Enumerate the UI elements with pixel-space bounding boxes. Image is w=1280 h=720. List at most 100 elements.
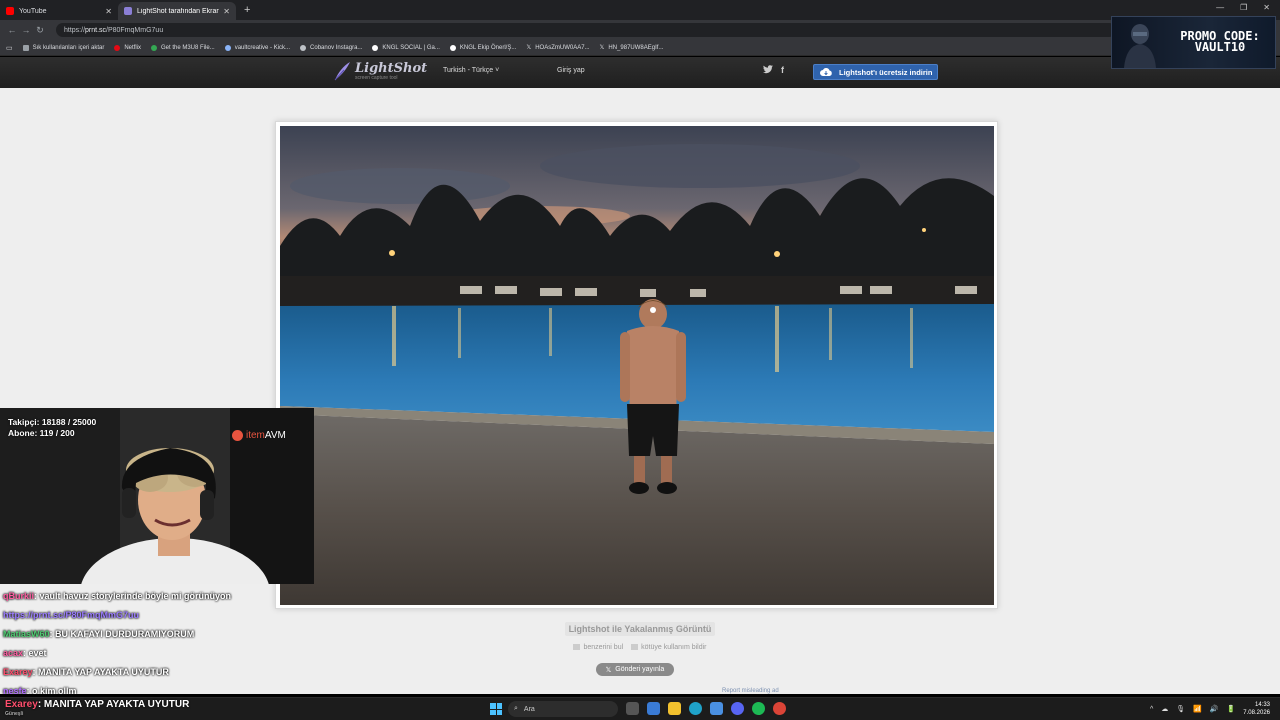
login-link[interactable]: Giriş yap: [557, 67, 585, 74]
find-similar-label: benzerini bul: [583, 644, 624, 651]
globe-icon: [300, 44, 307, 51]
bookmark-instagram[interactable]: Cobanov Instagra...: [300, 44, 362, 51]
chat-message: acax: evet: [3, 644, 273, 663]
window-controls: — ❐ ✕: [1216, 3, 1270, 12]
language-select[interactable]: Turkish - Türkçe ˅: [443, 67, 499, 74]
chat-text: : BU KAFAYI DURDURAMIYORUM: [49, 629, 195, 639]
search-placeholder: Ara: [523, 705, 535, 713]
netflix-icon: [114, 44, 121, 51]
pool-photo: [280, 126, 994, 605]
chat-text: : vault havuz storylerinde böyle mi görü…: [34, 591, 232, 601]
facebook-icon[interactable]: f: [781, 65, 784, 76]
browser-tab-bar: YouTube ✕ LightShot tarafından Ekran Gör…: [0, 0, 1280, 20]
bookmark-x-1[interactable]: 𝕏 HOAsZmUW0AA7...: [526, 44, 589, 52]
taskbar-search[interactable]: ⌕ Ara: [508, 701, 618, 717]
download-button[interactable]: Lightshot'ı ücretsiz indirin: [813, 64, 938, 80]
twitter-icon[interactable]: [763, 65, 773, 76]
reload-icon[interactable]: ↻: [34, 25, 46, 36]
close-tab-icon[interactable]: ✕: [223, 7, 230, 16]
chat-user: acax: [3, 648, 24, 658]
find-similar-link[interactable]: benzerini bul: [573, 644, 623, 651]
cloud-icon[interactable]: ☁: [1161, 705, 1168, 713]
battery-icon[interactable]: 🔋: [1227, 705, 1236, 713]
chrome-icon[interactable]: [773, 702, 786, 715]
forward-icon[interactable]: →: [20, 25, 32, 35]
bookmark-kick[interactable]: vaultcreative - Kick...: [224, 44, 291, 51]
discord-icon[interactable]: [731, 702, 744, 715]
post-to-x-button[interactable]: 𝕏 Gönderi yayınla: [596, 663, 674, 676]
bookmark-label: vaultcreative - Kick...: [234, 44, 291, 51]
chat-message: MatiasW60: BU KAFAYI DURDURAMIYORUM: [3, 625, 273, 644]
chat-overlay: qBurkii: vault havuz storylerinde böyle …: [3, 587, 273, 701]
webcam-overlay: Takipçi: 18188 / 25000 Abone: 119 / 200 …: [0, 408, 314, 584]
chat-text: : MANITA YAP AYAKTA UYUTUR: [37, 699, 190, 710]
youtube-favicon-icon: [6, 7, 14, 15]
bookmark-label: KNGL Ekip Önerl/Ş...: [459, 44, 517, 51]
promo-code-banner: PROMO CODE: VAULT10: [1111, 16, 1276, 69]
bookmark-kngl-ekip[interactable]: KNGL Ekip Önerl/Ş...: [449, 44, 517, 51]
tab-title: YouTube: [19, 7, 47, 15]
close-tab-icon[interactable]: ✕: [105, 7, 112, 16]
bookmark-import[interactable]: Sık kullanılanları içeri aktar: [22, 44, 105, 51]
screenshot-frame: [275, 121, 998, 609]
close-window-icon[interactable]: ✕: [1263, 3, 1270, 12]
taskbar-apps: [626, 702, 786, 715]
report-ad-link[interactable]: Report misleading ad: [722, 688, 779, 694]
tab-youtube[interactable]: YouTube ✕: [0, 2, 118, 20]
chat-text: : MANITA YAP AYAKTA UYUTUR: [32, 667, 169, 677]
store-icon[interactable]: [710, 702, 723, 715]
feather-icon: [334, 62, 350, 81]
chat-user: MatiasW60: [3, 629, 50, 639]
mic-icon[interactable]: 🎙: [1176, 705, 1185, 713]
system-tray: ^ ☁ 🎙 📶 🔊 🔋 14:33 7.08.2026: [1150, 701, 1270, 717]
bookmark-label: Sık kullanılanları içeri aktar: [32, 44, 105, 51]
url-input[interactable]: https://prnt.sc/P80FmqMmG7uu: [56, 23, 1116, 37]
bookmark-label: Netflix: [124, 44, 141, 51]
wifi-icon[interactable]: 📶: [1193, 705, 1202, 713]
minimize-icon[interactable]: —: [1216, 3, 1224, 12]
back-icon[interactable]: ←: [6, 25, 18, 35]
lightshot-favicon-icon: [124, 7, 132, 15]
caption-text: Lightshot ile Yakalanmış Görüntü: [564, 622, 716, 636]
search-icon: ⌕: [514, 705, 518, 712]
weather-location: Güneşli: [5, 711, 24, 717]
lightshot-header: LightShot screen capture tool Turkish - …: [0, 57, 1280, 88]
tray-chevron-icon[interactable]: ^: [1150, 706, 1153, 713]
url-path: /P80FmqMmG7uu: [106, 26, 164, 34]
bookmark-x-2[interactable]: 𝕏 HN_987UW8AEgIf...: [599, 44, 664, 52]
task-view-icon[interactable]: [626, 702, 639, 715]
chat-user: qBurkii: [3, 591, 35, 601]
bookmark-label: KNGL SOCIAL | Ga...: [382, 44, 440, 51]
flag-icon: [631, 644, 639, 651]
chat-message-latest: Exarey: MANITA YAP AYAKTA UYUTUR Güneşli: [5, 698, 189, 717]
edge-icon[interactable]: [689, 702, 702, 715]
start-icon[interactable]: [490, 703, 502, 715]
subs-goal: Abone: 119 / 200: [8, 428, 75, 438]
maximize-icon[interactable]: ❐: [1240, 3, 1247, 12]
bookmark-netflix[interactable]: Netflix: [114, 44, 141, 51]
apps-icon[interactable]: ▭: [6, 44, 13, 52]
kngl-icon: [372, 44, 379, 51]
folder-icon: [22, 44, 29, 51]
widgets-icon[interactable]: [647, 702, 660, 715]
x-icon: 𝕏: [599, 45, 605, 51]
spotify-icon[interactable]: [752, 702, 765, 715]
bookmark-label: HN_987UW8AEgIf...: [608, 44, 664, 51]
bookmark-m3u8[interactable]: Get the M3U8 File...: [151, 44, 215, 51]
screenshot-image[interactable]: [280, 126, 994, 605]
report-abuse-link[interactable]: kötüye kullanım bildir: [631, 644, 707, 651]
new-tab-button[interactable]: +: [244, 4, 250, 16]
lightshot-logo[interactable]: LightShot screen capture tool: [332, 61, 427, 81]
file-explorer-icon[interactable]: [668, 702, 681, 715]
stream-goals: Takipçi: 18188 / 25000 Abone: 119 / 200: [8, 417, 96, 439]
bookmark-kngl-social[interactable]: KNGL SOCIAL | Ga...: [372, 44, 440, 51]
social-links: f: [763, 65, 784, 76]
post-button-label: Gönderi yayınla: [615, 666, 665, 673]
chat-message: Exarey: MANITA YAP AYAKTA UYUTUR: [3, 663, 273, 682]
chat-user: Exarey: [3, 667, 33, 677]
sponsor-logo-icon: [232, 430, 243, 441]
clock[interactable]: 14:33 7.08.2026: [1243, 701, 1270, 717]
download-label: Lightshot'ı ücretsiz indirin: [839, 67, 933, 77]
tab-lightshot[interactable]: LightShot tarafından Ekran Görün ✕: [118, 2, 236, 20]
volume-icon[interactable]: 🔊: [1210, 705, 1219, 713]
